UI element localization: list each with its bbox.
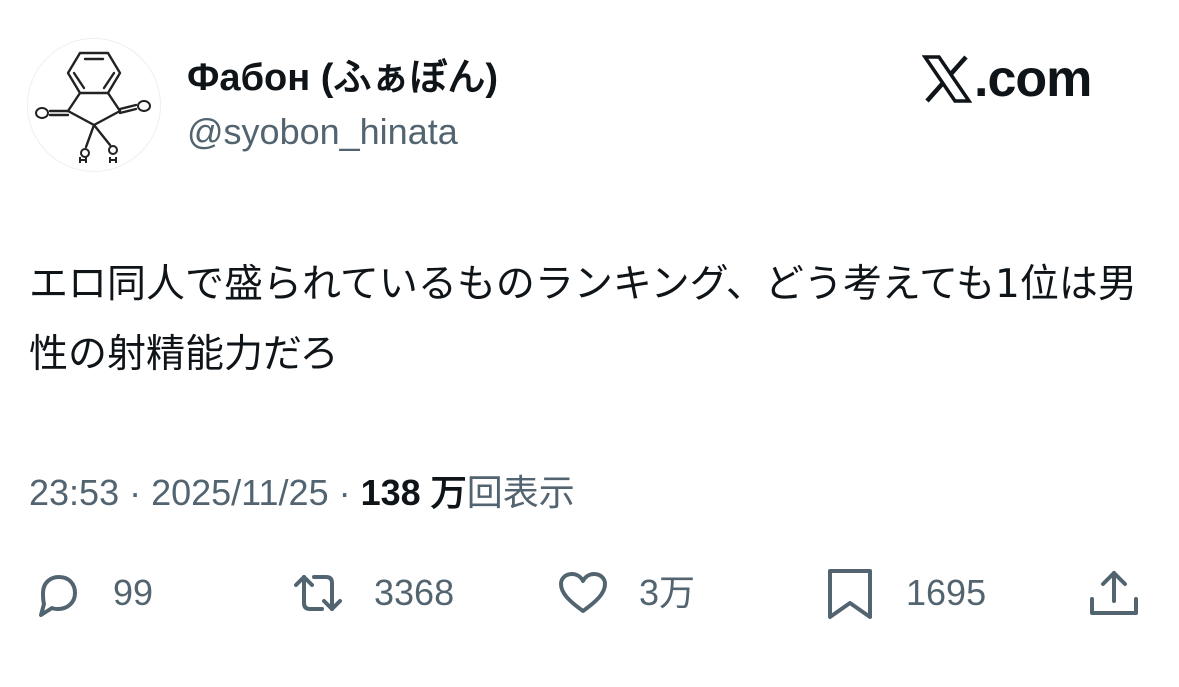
brand-text: .com xyxy=(974,50,1092,108)
reply-icon xyxy=(39,575,77,617)
tweet-time[interactable]: 23:53 xyxy=(29,472,119,513)
retweet-count: 3368 xyxy=(374,572,455,613)
meta-separator: · xyxy=(119,472,152,513)
bookmark-button[interactable]: 1695 xyxy=(822,558,986,628)
avatar[interactable] xyxy=(27,38,161,172)
handle[interactable]: @syobon_hinata xyxy=(187,104,458,160)
tweet-meta: 23:53 · 2025/11/25 · 138 万回表示 xyxy=(29,464,575,522)
share-icon xyxy=(1090,571,1138,615)
heart-icon xyxy=(559,572,607,613)
tweet-date[interactable]: 2025/11/25 xyxy=(151,472,329,513)
display-name[interactable]: Фабон (ふぁぼん) xyxy=(187,50,498,106)
bookmark-count: 1695 xyxy=(906,572,987,613)
reply-button[interactable]: 99 xyxy=(29,558,153,628)
reply-count: 99 xyxy=(113,572,154,613)
like-button[interactable]: 3万 xyxy=(555,558,695,628)
views-label: 回表示 xyxy=(466,472,575,513)
like-count: 3万 xyxy=(639,572,696,613)
bookmark-icon xyxy=(828,569,872,619)
brand-logo: .com xyxy=(922,46,1092,112)
action-bar: 99 3368 3万 1695 xyxy=(0,558,1179,628)
meta-separator: · xyxy=(328,472,361,513)
retweet-button[interactable]: 3368 xyxy=(290,558,454,628)
x-logo-icon xyxy=(922,55,972,103)
share-button[interactable] xyxy=(1086,558,1142,628)
tweet-text: エロ同人で盛られているものランキング、どう考えても1位は男性の射精能力だろ xyxy=(29,262,1137,377)
views-count: 138 万 xyxy=(360,472,467,513)
avatar-structure-drawing xyxy=(35,51,151,163)
retweet-icon xyxy=(294,575,342,611)
